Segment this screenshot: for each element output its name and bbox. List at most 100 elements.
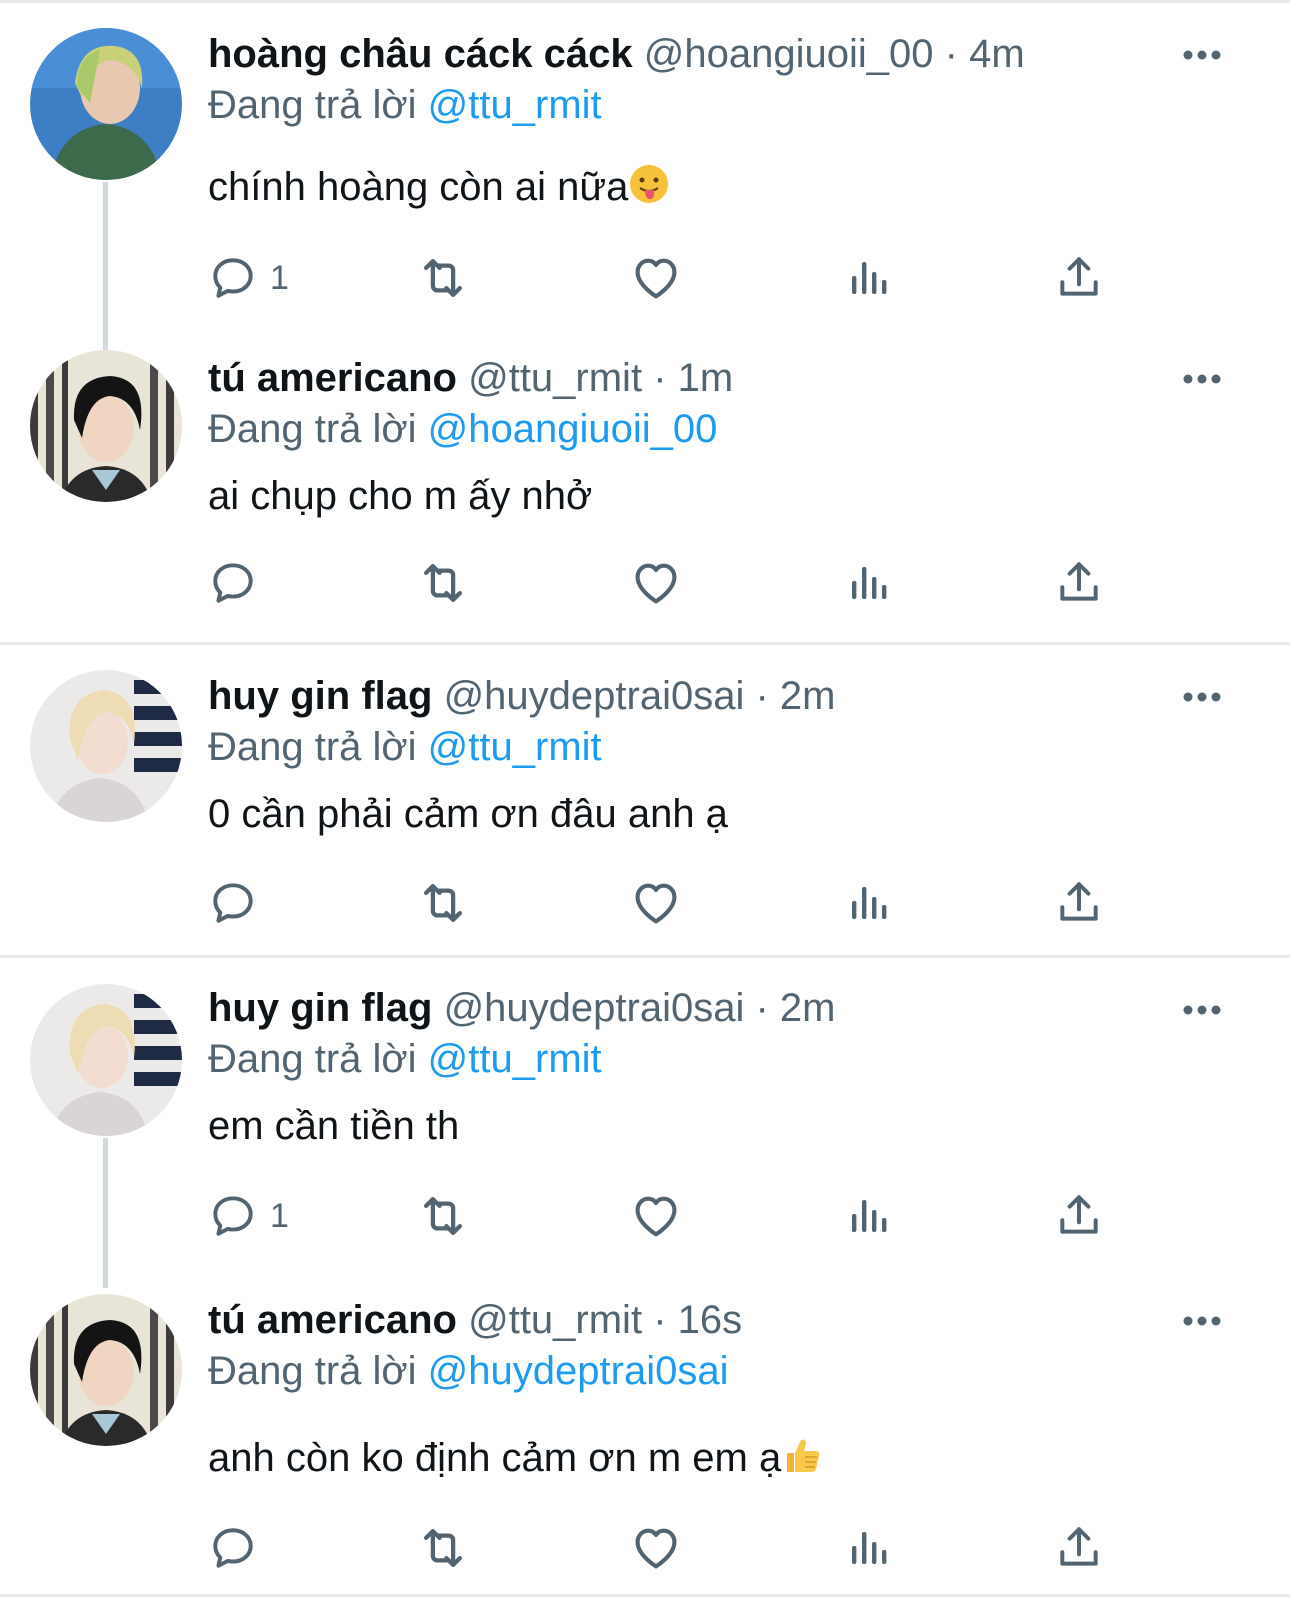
timestamp[interactable]: 1m <box>678 356 734 400</box>
reply-button[interactable]: 1 <box>208 1188 289 1244</box>
like-button[interactable] <box>630 555 682 611</box>
like-button[interactable] <box>630 875 682 931</box>
user-handle[interactable]: @huydeptrai0sai <box>444 986 745 1030</box>
retweet-button[interactable] <box>416 875 470 931</box>
reply-button[interactable] <box>208 555 270 611</box>
share-button[interactable] <box>1054 875 1104 931</box>
display-name[interactable]: hoàng châu cáck cáck <box>208 32 633 76</box>
timestamp[interactable]: 4m <box>969 32 1025 76</box>
views-button[interactable] <box>844 555 892 611</box>
share-icon <box>1054 1191 1104 1241</box>
bar-chart-icon <box>844 559 892 607</box>
replying-to: Đang trả lời @ttu_rmit <box>208 81 602 129</box>
avatar[interactable] <box>30 28 182 180</box>
tweet-header: tú americano @ttu_rmit · 1m <box>208 354 733 402</box>
views-button[interactable] <box>844 1188 892 1244</box>
timestamp[interactable]: 2m <box>780 986 836 1030</box>
tweet-text: chính hoàng còn ai nữa <box>208 163 670 216</box>
tweet-text-content: chính hoàng còn ai nữa <box>208 165 629 210</box>
user-handle[interactable]: @hoangiuoii_00 <box>644 32 934 76</box>
retweet-button[interactable] <box>416 1520 470 1576</box>
views-button[interactable] <box>844 875 892 931</box>
retweet-button[interactable] <box>416 555 470 611</box>
retweet-button[interactable] <box>416 1188 470 1244</box>
reply-mention-link[interactable]: @ttu_rmit <box>428 83 602 127</box>
heart-icon <box>630 557 682 609</box>
reply-button[interactable] <box>208 1520 270 1576</box>
replying-to: Đang trả lời @hoangiuoii_00 <box>208 405 717 453</box>
more-options-icon[interactable] <box>1182 48 1222 60</box>
replying-prefix: Đang trả lời <box>208 1037 417 1081</box>
replying-prefix: Đang trả lời <box>208 1349 417 1393</box>
share-button[interactable] <box>1054 1188 1104 1244</box>
bar-chart-icon <box>844 254 892 302</box>
tweet-header: hoàng châu cáck cáck @hoangiuoii_00 · 4m <box>208 30 1025 78</box>
avatar[interactable] <box>30 350 182 502</box>
reply-icon <box>208 1523 258 1573</box>
like-button[interactable] <box>630 1188 682 1244</box>
tweet-header: huy gin flag @huydeptrai0sai · 2m <box>208 672 836 720</box>
retweet-icon <box>416 1189 470 1243</box>
user-handle[interactable]: @ttu_rmit <box>468 1298 642 1342</box>
views-button[interactable] <box>844 1520 892 1576</box>
more-options-icon[interactable] <box>1182 690 1222 702</box>
reply-mention-link[interactable]: @huydeptrai0sai <box>428 1349 729 1393</box>
views-button[interactable] <box>844 250 892 306</box>
tongue-out-face-emoji <box>628 163 670 216</box>
bar-chart-icon <box>844 1192 892 1240</box>
top-divider <box>0 0 1290 3</box>
heart-icon <box>630 252 682 304</box>
separator-dot: · <box>944 32 958 76</box>
retweet-button[interactable] <box>416 250 470 306</box>
retweet-icon <box>416 1521 470 1575</box>
retweet-icon <box>416 556 470 610</box>
display-name[interactable]: huy gin flag <box>208 986 432 1030</box>
heart-icon <box>630 877 682 929</box>
user-handle[interactable]: @huydeptrai0sai <box>444 674 745 718</box>
tweet-divider <box>0 642 1290 645</box>
display-name[interactable]: huy gin flag <box>208 674 432 718</box>
reply-button[interactable]: 1 <box>208 250 289 306</box>
heart-icon <box>630 1522 682 1574</box>
reply-icon <box>208 1191 258 1241</box>
display-name[interactable]: tú americano <box>208 356 457 400</box>
more-options-icon[interactable] <box>1182 1003 1222 1015</box>
reply-mention-link[interactable]: @ttu_rmit <box>428 725 602 769</box>
replying-to: Đang trả lời @huydeptrai0sai <box>208 1347 728 1395</box>
reply-mention-link[interactable]: @hoangiuoii_00 <box>428 407 718 451</box>
tweet-text: 0 cần phải cảm ơn đâu anh ạ <box>208 792 728 836</box>
avatar[interactable] <box>30 670 182 822</box>
reply-count: 1 <box>270 258 289 297</box>
tweet-text: ai chụp cho m ấy nhở <box>208 474 593 518</box>
user-handle[interactable]: @ttu_rmit <box>468 356 642 400</box>
thread-connector-line <box>103 1138 108 1288</box>
like-button[interactable] <box>630 250 682 306</box>
replying-prefix: Đang trả lời <box>208 725 417 769</box>
reply-mention-link[interactable]: @ttu_rmit <box>428 1037 602 1081</box>
tweet-header: tú americano @ttu_rmit · 16s <box>208 1296 742 1344</box>
share-button[interactable] <box>1054 555 1104 611</box>
share-icon <box>1054 878 1104 928</box>
tweet-divider <box>0 1594 1290 1597</box>
reply-icon <box>208 878 258 928</box>
timestamp[interactable]: 16s <box>678 1298 743 1342</box>
reply-button[interactable] <box>208 875 270 931</box>
timestamp[interactable]: 2m <box>780 674 836 718</box>
display-name[interactable]: tú americano <box>208 1298 457 1342</box>
like-button[interactable] <box>630 1520 682 1576</box>
tweet-actions: 1 <box>200 1188 1120 1244</box>
tweet-divider <box>0 955 1290 958</box>
separator-dot: · <box>755 986 769 1030</box>
replying-prefix: Đang trả lời <box>208 407 417 451</box>
share-icon <box>1054 1523 1104 1573</box>
share-icon <box>1054 558 1104 608</box>
share-button[interactable] <box>1054 250 1104 306</box>
avatar[interactable] <box>30 984 182 1136</box>
share-button[interactable] <box>1054 1520 1104 1576</box>
separator-dot: · <box>755 674 769 718</box>
more-options-icon[interactable] <box>1182 372 1222 384</box>
avatar[interactable] <box>30 1294 182 1446</box>
reply-count: 1 <box>270 1196 289 1235</box>
tweet-text: anh còn ko định cảm ơn m em ạ <box>208 1434 823 1487</box>
more-options-icon[interactable] <box>1182 1314 1222 1326</box>
